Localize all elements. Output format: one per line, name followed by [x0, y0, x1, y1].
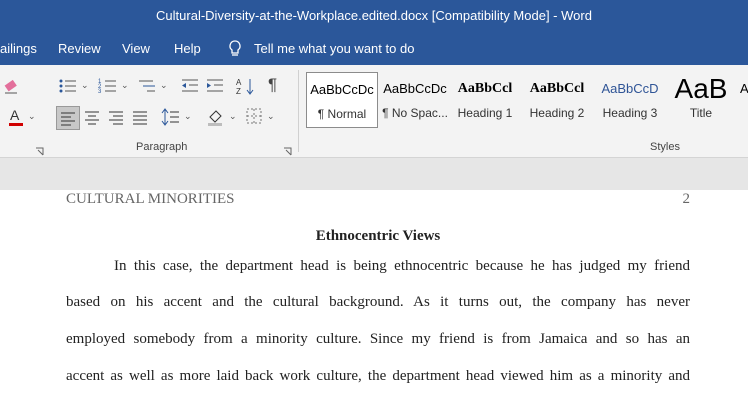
page-number: 2: [682, 191, 691, 207]
style-preview: AaBbCcl: [457, 81, 513, 96]
align-right-icon[interactable]: [106, 107, 126, 132]
style-more[interactable]: A: [740, 72, 748, 128]
chevron-down-icon[interactable]: ⌄: [184, 111, 192, 122]
style-heading-2[interactable]: AaBbCcl Heading 2: [525, 72, 589, 128]
style-preview: AaBbCcl: [529, 81, 585, 96]
ribbon-tab-bar: ailings Review View Help Tell me what yo…: [0, 32, 748, 65]
increase-indent-icon[interactable]: [205, 77, 225, 100]
style-normal[interactable]: AaBbCcDc ¶ Normal: [306, 72, 378, 128]
paragraph-group-label: Paragraph: [136, 141, 188, 153]
body-line: employed somebody from a minority cultur…: [66, 331, 690, 347]
multilevel-list-icon[interactable]: [137, 77, 159, 100]
style-preview: A: [740, 81, 748, 96]
document-page[interactable]: CULTURAL MINORITIES 2 Ethnocentric Views…: [0, 190, 748, 407]
body-line: based on his accent and the cultural bac…: [66, 294, 690, 310]
style-name: Heading 2: [529, 106, 585, 120]
decrease-indent-icon[interactable]: [180, 77, 200, 100]
chevron-down-icon[interactable]: ⌄: [229, 111, 237, 122]
borders-icon[interactable]: [245, 107, 263, 130]
svg-text:Z: Z: [236, 87, 241, 95]
clear-formatting-icon[interactable]: [2, 77, 20, 100]
numbering-icon[interactable]: 123: [98, 77, 120, 100]
svg-text:3: 3: [98, 89, 102, 95]
tab-view[interactable]: View: [122, 41, 150, 56]
tab-mailings[interactable]: ailings: [0, 41, 37, 56]
style-preview: AaBbCcDc: [310, 82, 374, 97]
chevron-down-icon[interactable]: ⌄: [28, 111, 36, 122]
style-name: Heading 3: [602, 106, 658, 120]
chevron-down-icon[interactable]: ⌄: [121, 80, 129, 91]
tab-help[interactable]: Help: [174, 41, 201, 56]
document-background: [0, 158, 748, 190]
style-heading-1[interactable]: AaBbCcl Heading 1: [453, 72, 517, 128]
style-preview: AaBbCcD: [601, 81, 659, 96]
style-preview: AaB: [674, 73, 728, 104]
font-color-icon[interactable]: A: [8, 107, 24, 132]
title-bar: Cultural-Diversity-at-the-Workplace.edit…: [0, 0, 748, 32]
style-title[interactable]: AaB Title: [668, 72, 734, 128]
svg-text:A: A: [236, 78, 242, 87]
tab-review[interactable]: Review: [58, 41, 101, 56]
line-spacing-icon[interactable]: [161, 107, 181, 132]
style-name: ¶ No Spac...: [382, 106, 448, 120]
show-formatting-marks-icon[interactable]: ¶: [268, 75, 277, 95]
running-header: CULTURAL MINORITIES: [66, 191, 235, 207]
justify-icon[interactable]: [130, 107, 150, 132]
style-heading-3[interactable]: AaBbCcD Heading 3: [597, 72, 663, 128]
section-heading: Ethnocentric Views: [315, 228, 441, 244]
style-preview: AaBbCcDc: [383, 81, 447, 96]
align-center-icon[interactable]: [82, 107, 102, 132]
chevron-down-icon[interactable]: ⌄: [81, 80, 89, 91]
sort-icon[interactable]: AZ: [236, 77, 256, 100]
window-title: Cultural-Diversity-at-the-Workplace.edit…: [156, 8, 592, 23]
style-no-spacing[interactable]: AaBbCcDc ¶ No Spac...: [380, 72, 450, 128]
shading-icon[interactable]: [206, 107, 226, 132]
group-divider: [298, 70, 299, 152]
tell-me-search[interactable]: Tell me what you want to do: [254, 41, 414, 56]
bullets-icon[interactable]: [58, 77, 80, 100]
style-name: Heading 1: [457, 106, 513, 120]
styles-group-label: Styles: [650, 141, 680, 153]
style-name: ¶ Normal: [317, 107, 367, 121]
body-line: In this case, the department head is bei…: [114, 258, 690, 274]
svg-text:A: A: [10, 107, 20, 123]
lightbulb-icon[interactable]: [228, 40, 242, 60]
body-line: accent as well as more laid back work cu…: [66, 368, 690, 384]
chevron-down-icon[interactable]: ⌄: [267, 111, 275, 122]
chevron-down-icon[interactable]: ⌄: [160, 80, 168, 91]
style-name: Title: [689, 106, 713, 120]
align-left-button[interactable]: [56, 106, 80, 130]
